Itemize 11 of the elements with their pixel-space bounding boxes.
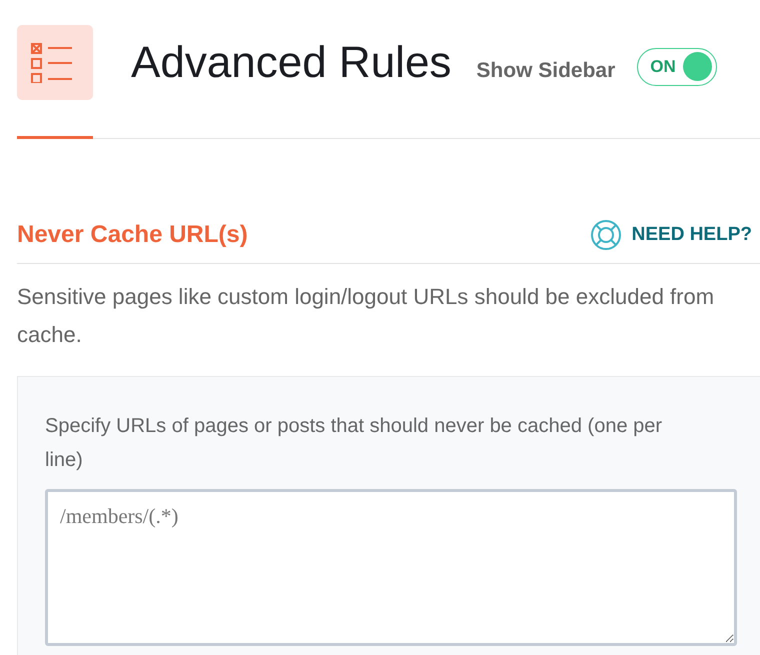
checklist-icon: [17, 25, 93, 100]
field-label: Specify URLs of pages or posts that should never be cached (one per line): [45, 414, 664, 473]
section-description: Sensitive pages like custom login/logout URLs should be excluded from cache.: [17, 283, 716, 349]
toggle-label: Show Sidebar: [476, 58, 616, 82]
url-input-field[interactable]: /members/(.*): [45, 489, 737, 646]
need-help-link[interactable]: NEED HELP?: [590, 219, 752, 251]
page-title: Advanced Rules: [131, 38, 452, 88]
tab-indicator[interactable]: [17, 136, 93, 139]
sidebar-toggle[interactable]: ON: [637, 48, 718, 86]
section-title: Never Cache URL(s): [17, 221, 248, 249]
lifebuoy-icon: [590, 219, 622, 251]
